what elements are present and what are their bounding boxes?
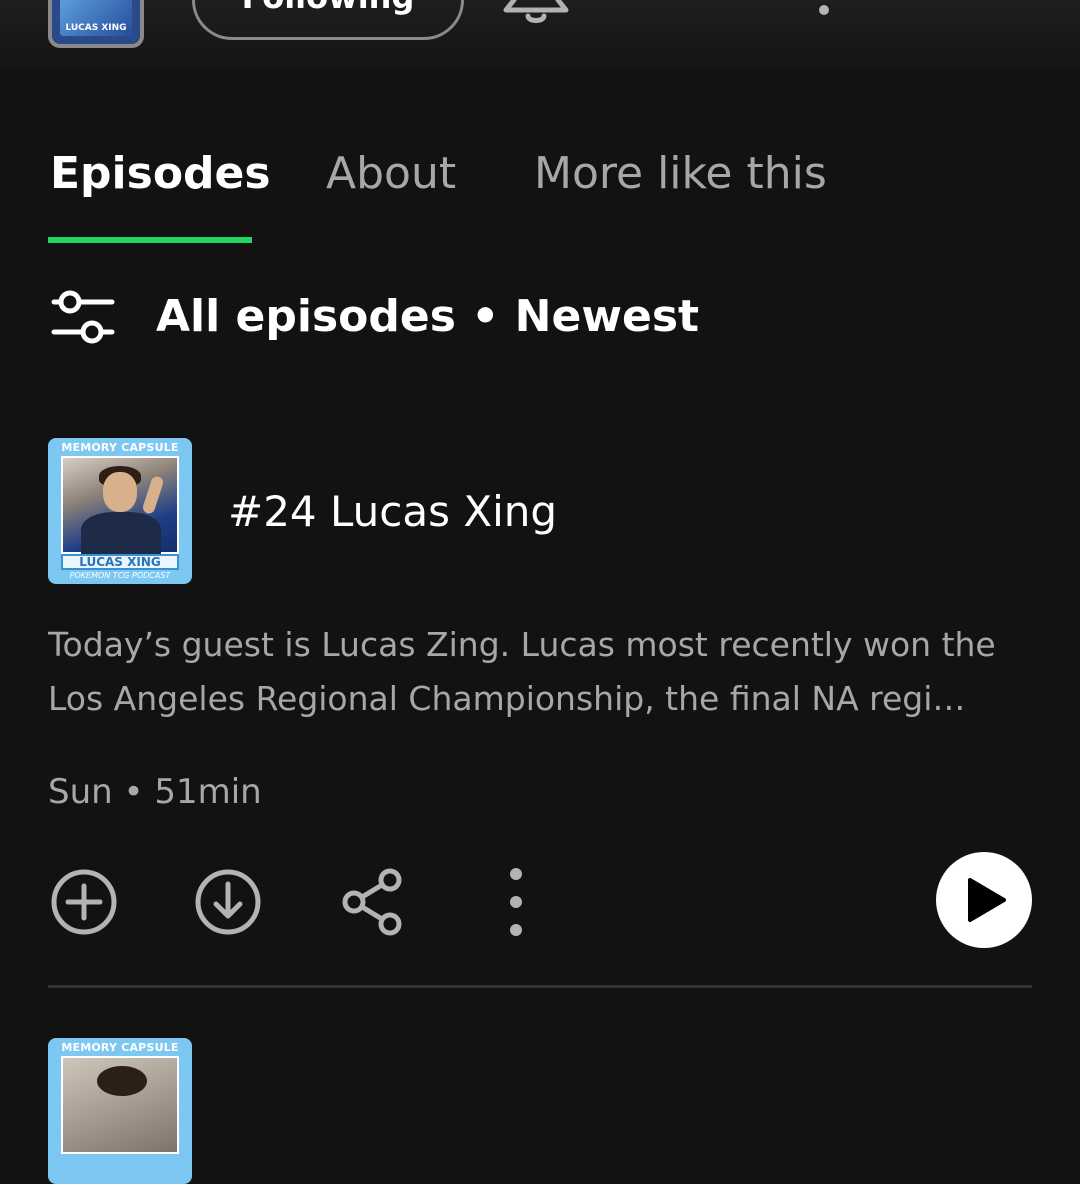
episode-description-line: Today’s guest is Lucas Zing. Lucas most … bbox=[48, 625, 996, 664]
podcast-thumbnail: LUCAS XING bbox=[48, 0, 144, 48]
cover-guest-name: LUCAS XING bbox=[61, 554, 179, 570]
cover-photo-face bbox=[103, 472, 137, 512]
more-vertical-icon[interactable] bbox=[808, 0, 840, 30]
episode-item[interactable]: MEMORY CAPSULE LUCAS XING POKEMON TCG PO… bbox=[48, 438, 1032, 988]
tab-more-like-this[interactable]: More like this bbox=[534, 144, 827, 204]
next-episode-cover-image[interactable]: MEMORY CAPSULE bbox=[48, 1038, 192, 1184]
tab-episodes[interactable]: Episodes bbox=[50, 144, 271, 204]
more-vertical-icon[interactable] bbox=[488, 866, 544, 938]
play-button[interactable] bbox=[936, 852, 1032, 948]
episode-divider bbox=[48, 985, 1032, 988]
top-bar: LUCAS XING Following bbox=[0, 0, 1080, 70]
share-icon[interactable] bbox=[336, 866, 408, 938]
tab-about[interactable]: About bbox=[326, 144, 456, 204]
cover-podcast-name: POKEMON TCG PODCAST bbox=[69, 571, 171, 580]
podcast-thumbnail-caption: LUCAS XING bbox=[65, 23, 127, 33]
filter-sliders-icon bbox=[51, 290, 115, 344]
tab-bar: Episodes About More like this bbox=[0, 130, 1080, 246]
following-button[interactable]: Following bbox=[192, 0, 464, 40]
filter-label: All episodes • Newest bbox=[156, 291, 700, 342]
next-cover-photo bbox=[61, 1056, 179, 1154]
cover-photo-arm bbox=[141, 475, 165, 515]
bell-icon[interactable] bbox=[500, 0, 572, 30]
following-button-label: Following bbox=[195, 0, 461, 25]
download-circle-icon[interactable] bbox=[192, 866, 264, 938]
next-cover-series-text: MEMORY CAPSULE bbox=[61, 1041, 179, 1054]
cover-photo bbox=[61, 456, 179, 556]
play-icon bbox=[968, 878, 1006, 922]
episode-title[interactable]: #24 Lucas Xing bbox=[228, 482, 557, 542]
next-cover-photo-hair bbox=[97, 1066, 147, 1096]
episode-filter-sort[interactable]: All episodes • Newest bbox=[48, 284, 748, 350]
add-circle-icon[interactable] bbox=[48, 866, 120, 938]
cover-series-text: MEMORY CAPSULE bbox=[61, 441, 179, 454]
episode-description-line: Los Angeles Regional Championship, the f… bbox=[48, 679, 966, 718]
episode-date-duration: Sun • 51min bbox=[48, 772, 262, 812]
episode-description: Today’s guest is Lucas Zing. Lucas most … bbox=[48, 618, 1038, 726]
cover-photo-body bbox=[81, 512, 161, 556]
gear-icon[interactable] bbox=[640, 0, 720, 30]
active-tab-indicator bbox=[48, 237, 252, 243]
episode-cover-image: MEMORY CAPSULE LUCAS XING POKEMON TCG PO… bbox=[48, 438, 192, 584]
